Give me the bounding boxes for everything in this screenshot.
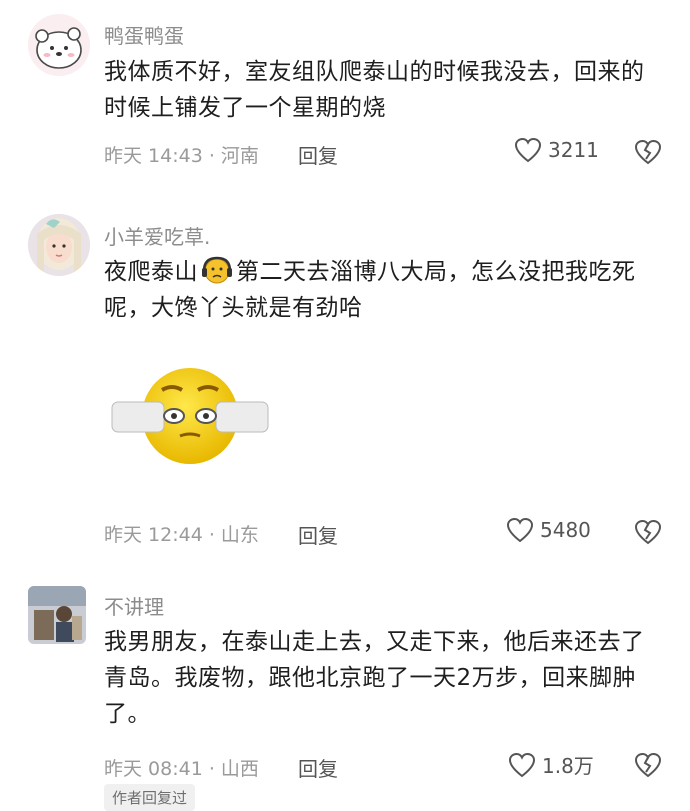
comment-username[interactable]: 小羊爱吃草. <box>104 221 210 250</box>
broken-heart-icon <box>634 519 662 545</box>
reply-button[interactable]: 回复 <box>298 520 338 549</box>
emoji-sticker[interactable] <box>104 362 276 466</box>
smiley-sticker-icon <box>111 368 269 464</box>
like-button[interactable]: 5480 <box>506 517 591 543</box>
headphone-emoji-icon <box>202 256 232 284</box>
broken-heart-icon <box>634 752 662 778</box>
heart-icon <box>506 517 534 543</box>
reply-button[interactable]: 回复 <box>298 140 338 169</box>
dislike-button[interactable] <box>634 752 662 782</box>
comment-meta: 昨天 08:41 · 山西 <box>104 758 259 780</box>
like-count: 3211 <box>548 138 599 162</box>
comment-text: 我体质不好，室友组队爬泰山的时候我没去，回来的时候上铺发了一个星期的烧 <box>104 59 645 121</box>
avatar-girl-icon <box>28 214 90 276</box>
comment-meta: 昨天 14:43 · 河南 <box>104 145 259 167</box>
heart-icon <box>508 752 536 777</box>
author-replied-badge[interactable]: 作者回复过 <box>104 784 196 811</box>
comment-text: 我男朋友，在泰山走上去，又走下来，他后来还去了青岛。我废物，跟他北京跑了一天2万… <box>104 629 645 727</box>
like-count: 5480 <box>540 518 591 542</box>
dislike-button[interactable] <box>634 139 662 169</box>
comment-username[interactable]: 不讲理 <box>104 591 164 620</box>
avatar-bear-icon <box>28 14 90 76</box>
reply-button[interactable]: 回复 <box>298 753 338 782</box>
heart-icon <box>514 137 542 163</box>
like-count: 1.8万 <box>542 754 594 778</box>
avatar-photo-icon <box>28 586 86 644</box>
avatar[interactable] <box>28 586 86 644</box>
comment-text: 夜爬泰山 第二天去淄博八大局，怎么没把我吃死呢，大馋丫头就是有劲哈 <box>104 254 664 326</box>
avatar[interactable] <box>28 214 90 276</box>
avatar[interactable] <box>28 14 90 76</box>
comment-username[interactable]: 鸭蛋鸭蛋 <box>104 20 184 49</box>
comment-meta: 昨天 12:44 · 山东 <box>104 524 259 546</box>
broken-heart-icon <box>634 139 662 165</box>
like-button[interactable]: 3211 <box>514 137 599 163</box>
like-button[interactable]: 1.8万 <box>508 750 594 779</box>
comment-text-part: 夜爬泰山 <box>104 259 198 285</box>
dislike-button[interactable] <box>634 519 662 549</box>
